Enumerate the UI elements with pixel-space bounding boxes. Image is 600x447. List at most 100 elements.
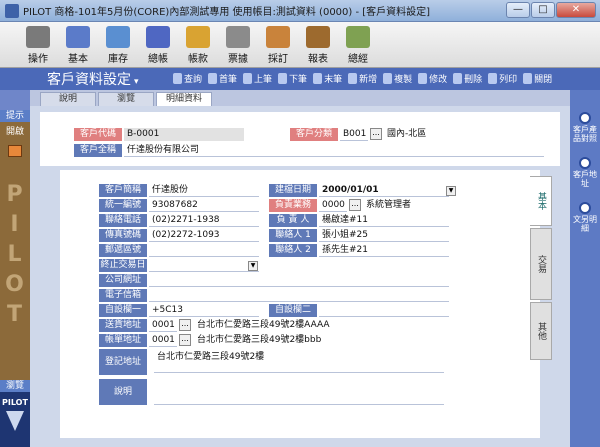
custom2-field[interactable] — [319, 304, 449, 317]
rs-label: 文另明細 — [573, 215, 597, 233]
bill-address-text: 台北市仁愛路三段49號2樓bbb — [197, 335, 322, 345]
account-icon — [186, 26, 210, 48]
detail-panel: 客戶簡稱 仟達股份 建檔日期 2000/01/01 ▼ 統一編號 9308768… — [60, 170, 540, 438]
short-name-field[interactable]: 仟達股份 — [149, 184, 259, 197]
notes-field[interactable] — [154, 379, 444, 405]
nav-label: 末筆 — [324, 75, 343, 85]
tab-browse[interactable]: 瀏覽 — [98, 92, 154, 106]
nav-label: 修改 — [429, 75, 448, 85]
screen-title[interactable]: 客戶資料設定 ▾ — [47, 69, 139, 89]
chevron-down-icon[interactable]: ▼ — [248, 261, 258, 271]
code-field[interactable]: B-0001 — [124, 128, 244, 141]
print-button[interactable]: 列印 — [488, 72, 517, 85]
email-label: 電子信箱 — [99, 289, 147, 302]
last-button[interactable]: 末筆 — [313, 72, 342, 85]
pilot-watermark: PILOT — [5, 182, 25, 327]
category-code-field[interactable]: B001 — [340, 128, 368, 141]
toolbar-ticket[interactable]: 票據 — [220, 22, 256, 67]
copy-icon — [383, 73, 393, 84]
website-field[interactable] — [149, 274, 449, 287]
open-label[interactable]: 開啟 — [0, 124, 30, 137]
nav-label: 新增 — [359, 75, 378, 85]
ticket-icon — [226, 26, 250, 48]
sales-lookup-button[interactable]: ... — [349, 199, 361, 211]
email-field[interactable] — [149, 289, 449, 302]
phone-field[interactable]: (02)2271-1938 — [149, 214, 259, 227]
tab-detail[interactable]: 明細資料 — [156, 92, 212, 106]
toolbar-purchase[interactable]: 採訂 — [260, 22, 296, 67]
logo-text: PILOT — [2, 398, 28, 407]
chevron-down-icon: ▾ — [134, 77, 139, 87]
prev-button[interactable]: 上筆 — [243, 72, 272, 85]
toolbar-manager[interactable]: 總經 — [340, 22, 376, 67]
close-icon — [523, 73, 533, 84]
next-button[interactable]: 下筆 — [278, 72, 307, 85]
book-icon[interactable] — [8, 145, 22, 157]
tab-basic[interactable]: 基本 — [530, 176, 552, 226]
add-icon — [348, 73, 358, 84]
toolbar-label: 報表 — [308, 54, 328, 65]
tab-trade[interactable]: 交易 — [530, 228, 552, 300]
toolbar-report[interactable]: 報表 — [300, 22, 336, 67]
ship-address-lookup-button[interactable]: ... — [179, 319, 191, 331]
fullname-field[interactable]: 仟達股份有限公司 — [124, 144, 544, 157]
created-date-label: 建檔日期 — [269, 184, 317, 197]
ship-address-code-field[interactable]: 0001 — [149, 319, 177, 332]
tax-id-label: 統一編號 — [99, 199, 147, 212]
fax-label: 傳真號碼 — [99, 229, 147, 242]
bill-address-lookup-button[interactable]: ... — [179, 334, 191, 346]
hint-button[interactable]: 提示 — [0, 110, 30, 122]
maximize-button[interactable]: □ — [531, 2, 555, 18]
edit-button[interactable]: 修改 — [418, 72, 447, 85]
first-button[interactable]: 首筆 — [208, 72, 237, 85]
ship-address-text: 台北市仁愛路三段49號2樓AAAA — [197, 320, 330, 330]
owner-field[interactable]: 楊啟達#11 — [319, 214, 449, 227]
header-panel: 客戶代碼 B-0001 客戶分類 B001 ... 國內-北區 客戶全稱 仟達股… — [40, 112, 560, 166]
bill-address-code-field[interactable]: 0001 — [149, 334, 177, 347]
record-nav: 查詢 首筆 上筆 下筆 末筆 新增 複製 修改 刪除 列印 關閉 — [173, 72, 552, 85]
sales-name: 系統管理者 — [366, 200, 412, 210]
terminate-field[interactable] — [149, 259, 259, 272]
tab-other[interactable]: 其他 — [530, 302, 552, 360]
add-button[interactable]: 新增 — [348, 72, 377, 85]
toolbar-operate[interactable]: 操作 — [20, 22, 56, 67]
delete-button[interactable]: 刪除 — [453, 72, 482, 85]
minimize-button[interactable]: — — [506, 2, 530, 18]
tab-description[interactable]: 說明 — [40, 92, 96, 106]
toolbar-label: 總帳 — [148, 54, 168, 65]
toolbar-basic[interactable]: 基本 — [60, 22, 96, 67]
tax-id-field[interactable]: 93087682 — [149, 199, 259, 212]
category-lookup-button[interactable]: ... — [370, 128, 382, 140]
customer-product-link[interactable]: 客戶產品對照 — [570, 112, 600, 143]
toolbar-label: 採訂 — [268, 54, 288, 65]
search-icon — [579, 202, 591, 214]
query-button[interactable]: 查詢 — [173, 72, 202, 85]
reg-address-field[interactable]: 台北市仁愛路三段49號2樓 — [154, 351, 444, 373]
other-detail-link[interactable]: 文另明細 — [570, 202, 600, 233]
created-date-field[interactable]: 2000/01/01 — [319, 184, 449, 197]
edit-icon — [418, 73, 428, 84]
sales-code-field[interactable]: 0000 — [319, 199, 347, 212]
close-window-button[interactable]: ✕ — [556, 2, 596, 18]
main-toolbar: 操作 基本 庫存 總帳 帳款 票據 採訂 報表 總經 — [0, 22, 600, 68]
chevron-down-icon[interactable]: ▼ — [446, 186, 456, 196]
contact1-field[interactable]: 張小姐#25 — [319, 229, 449, 242]
short-name-label: 客戶簡稱 — [99, 184, 147, 197]
toolbar-account[interactable]: 帳款 — [180, 22, 216, 67]
nav-label: 列印 — [499, 75, 518, 85]
fax-field[interactable]: (02)2272-1093 — [149, 229, 259, 242]
toolbar-stock[interactable]: 庫存 — [100, 22, 136, 67]
toolbar-ledger[interactable]: 總帳 — [140, 22, 176, 67]
print-icon — [488, 73, 498, 84]
browse-button[interactable]: 瀏覽 — [0, 380, 30, 392]
copy-button[interactable]: 複製 — [383, 72, 412, 85]
custom1-field[interactable]: +5C13 — [149, 304, 259, 317]
window-title: PILOT 商格-101年5月份(CORE)內部測試專用 使用帳目:測試資料 (… — [23, 7, 431, 18]
search-icon — [579, 157, 591, 169]
contact2-field[interactable]: 孫先生#21 — [319, 244, 449, 257]
search-icon — [173, 73, 182, 84]
customer-address-link[interactable]: 客戶地址 — [570, 157, 600, 188]
command-band: 客戶資料設定 ▾ 查詢 首筆 上筆 下筆 末筆 新增 複製 修改 刪除 列印 關閉 — [0, 68, 600, 90]
close-button[interactable]: 關閉 — [523, 72, 552, 85]
zip-field[interactable] — [149, 244, 259, 257]
